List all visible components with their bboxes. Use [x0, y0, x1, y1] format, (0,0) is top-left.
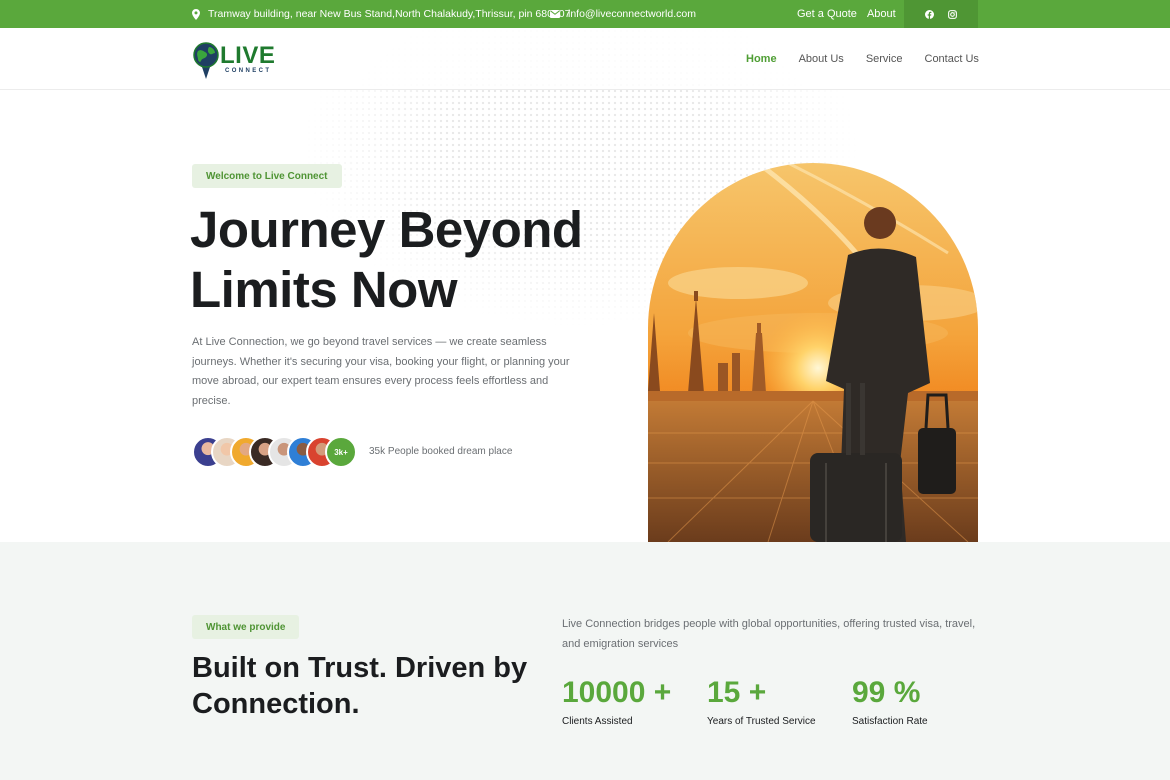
top-links: Get a Quote About: [797, 0, 896, 28]
section-title: Built on Trust. Driven by Connection.: [192, 652, 528, 720]
booked-count-text: 35k People booked dream place: [369, 446, 513, 457]
stat-label: Years of Trusted Service: [707, 716, 816, 727]
hero-title-line-2: Limits Now: [190, 261, 458, 318]
nav-about-us[interactable]: About Us: [799, 53, 844, 65]
nav-service[interactable]: Service: [866, 53, 903, 65]
customer-avatars: 3k+: [192, 436, 357, 468]
globe-pin-logo-icon: [193, 42, 219, 79]
facebook-icon[interactable]: [925, 9, 934, 19]
stat-value: 15 +: [707, 676, 767, 709]
main-nav: Home About Us Service Contact Us: [746, 28, 979, 90]
envelope-icon: [550, 10, 560, 18]
address-info: Tramway building, near New Bus Stand,Nor…: [192, 0, 570, 28]
stat-clients-assisted: 10000 + Clients Assisted: [562, 672, 671, 727]
hero-title-line-1: Journey Beyond: [190, 201, 583, 258]
section-tag: What we provide: [192, 615, 300, 639]
site-header: LIVE CONNECT Home About Us Service Conta…: [0, 28, 1170, 90]
stat-label: Clients Assisted: [562, 716, 633, 727]
avatar-count-badge: 3k+: [325, 436, 357, 468]
top-bar: Tramway building, near New Bus Stand,Nor…: [0, 0, 1170, 28]
stat-years-of-service: 15 + Years of Trusted Service: [707, 672, 816, 727]
logo-word: LIVE: [220, 42, 276, 69]
social-links: [904, 0, 978, 28]
site-logo[interactable]: LIVE CONNECT: [192, 40, 282, 80]
stat-satisfaction-rate: 99 % Satisfaction Rate: [852, 672, 928, 727]
hero-traveler-image: [648, 163, 978, 542]
about-link[interactable]: About: [867, 8, 896, 20]
hero-title: Journey Beyond Limits Now: [190, 200, 610, 320]
what-we-provide-section: What we provide Built on Trust. Driven b…: [0, 542, 1170, 780]
hero-description: At Live Connection, we go beyond travel …: [192, 336, 570, 407]
stat-value: 10000 +: [562, 676, 672, 709]
hero-tag: Welcome to Live Connect: [192, 164, 342, 188]
sunset-traveler-illustration: [648, 163, 978, 542]
stat-value: 99 %: [852, 676, 921, 709]
stat-label: Satisfaction Rate: [852, 716, 928, 727]
nav-home[interactable]: Home: [746, 53, 777, 65]
email-info[interactable]: info@liveconnectworld.com: [550, 0, 696, 28]
logo-subword: CONNECT: [225, 68, 272, 74]
instagram-icon[interactable]: [948, 9, 957, 19]
address-text: Tramway building, near New Bus Stand,Nor…: [208, 8, 571, 20]
nav-contact-us[interactable]: Contact Us: [925, 53, 979, 65]
get-a-quote-link[interactable]: Get a Quote: [797, 8, 857, 20]
email-text[interactable]: info@liveconnectworld.com: [568, 8, 696, 20]
location-pin-icon: [192, 8, 200, 20]
section-description: Live Connection bridges people with glob…: [562, 618, 976, 650]
